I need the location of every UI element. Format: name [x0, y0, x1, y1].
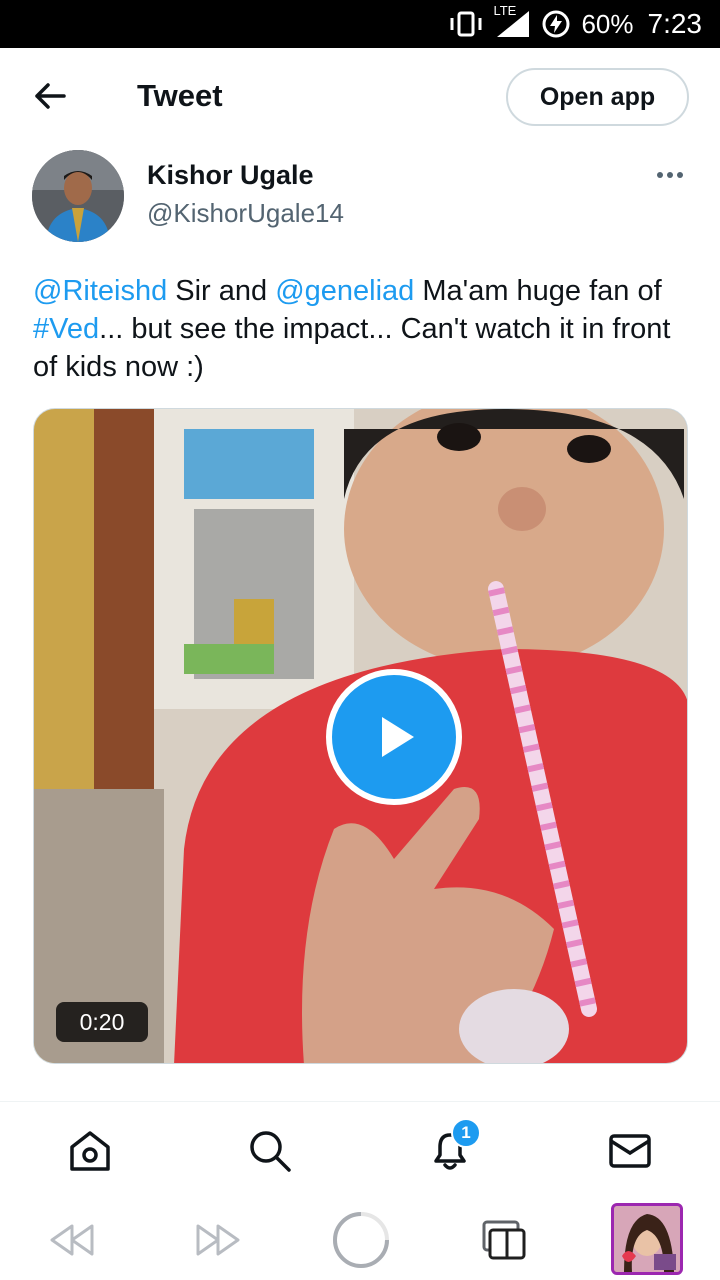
messages-icon: [609, 1134, 651, 1168]
author-handle[interactable]: @KishorUgale14: [147, 198, 344, 229]
browser-forward-button[interactable]: [190, 1206, 246, 1274]
bottom-nav: [0, 1102, 720, 1198]
mention-link[interactable]: @Riteishd: [33, 275, 167, 307]
reload-icon: [333, 1212, 389, 1268]
search-icon: [250, 1131, 291, 1172]
nav-home[interactable]: [65, 1126, 115, 1176]
notification-badge: 1: [451, 1118, 481, 1148]
hashtag-link[interactable]: #Ved: [33, 313, 99, 345]
tweet-text: @Riteishd Sir and @geneliad Ma'am huge f…: [33, 272, 683, 386]
home-icon: [70, 1131, 110, 1171]
mention-link[interactable]: @geneliad: [275, 275, 414, 307]
forward-icon: [196, 1224, 240, 1256]
clock: 7:23: [647, 8, 703, 39]
profile-thumbnail[interactable]: [611, 1203, 683, 1275]
page-title: Tweet: [137, 78, 223, 113]
vibrate-icon: [447, 10, 485, 38]
tweet-text-segment: Ma'am huge fan of: [414, 275, 662, 307]
more-options-icon[interactable]: [650, 160, 690, 190]
battery-saver-icon: [541, 9, 571, 39]
back-button[interactable]: [30, 76, 70, 116]
tabs-icon: [482, 1220, 526, 1260]
nav-search[interactable]: [245, 1126, 295, 1176]
author-name[interactable]: Kishor Ugale: [147, 160, 314, 191]
network-type: LTE: [493, 3, 517, 18]
browser-tabs-button[interactable]: [478, 1206, 530, 1274]
nav-messages[interactable]: [605, 1126, 655, 1176]
header: Tweet Open app: [0, 48, 720, 148]
battery-percentage: 60%: [581, 8, 634, 39]
browser-back-button[interactable]: [44, 1206, 100, 1274]
play-icon: [382, 717, 414, 757]
browser-reload-button[interactable]: [330, 1206, 392, 1274]
avatar[interactable]: [32, 150, 124, 242]
tweet-text-segment: Sir and: [167, 275, 276, 307]
video-player[interactable]: 0:20: [33, 408, 688, 1064]
play-button[interactable]: [326, 669, 462, 805]
arrow-left-icon: [35, 83, 66, 109]
signal-icon: LTE: [493, 3, 531, 39]
back-icon: [50, 1224, 94, 1256]
status-bar: LTE 60% 7:23: [0, 0, 720, 48]
open-app-button[interactable]: Open app: [506, 68, 689, 126]
tweet-text-segment: ... but see the impact... Can't watch it…: [33, 313, 671, 383]
video-duration: 0:20: [56, 1002, 148, 1042]
